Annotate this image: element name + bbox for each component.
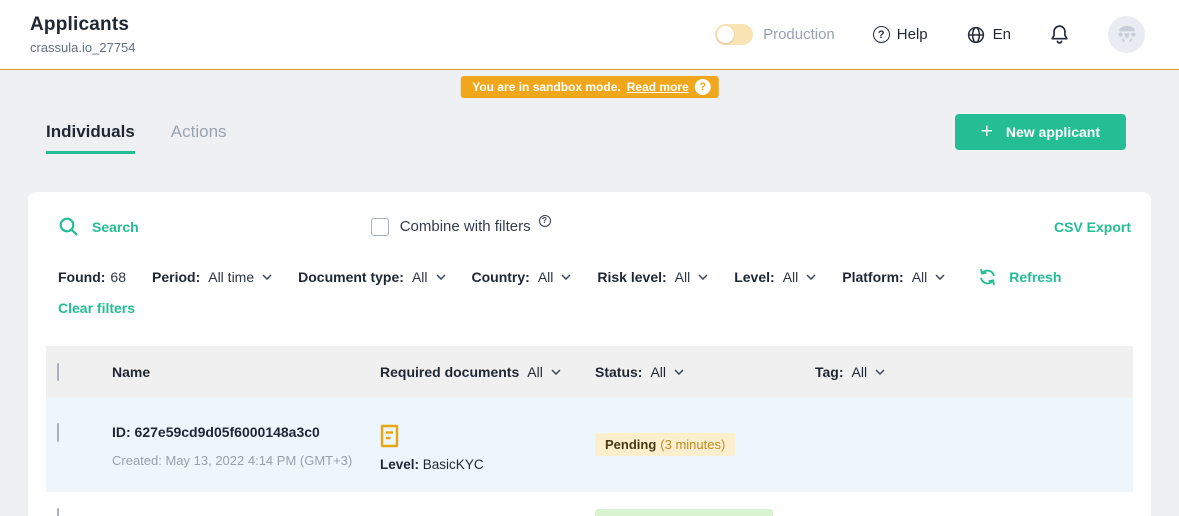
applicants-page: Applicants crassula.io_27754 Production …: [0, 0, 1179, 516]
found-value: 68: [110, 269, 126, 285]
chevron-down-icon: [262, 274, 272, 280]
production-toggle[interactable]: [715, 24, 753, 45]
applicants-table: Name Required documents All Status: All: [46, 346, 1133, 516]
combine-label: Combine with filters: [400, 218, 531, 235]
select-all-cell: [46, 364, 112, 380]
search-button[interactable]: Search: [58, 216, 139, 237]
sandbox-banner: You are in sandbox mode. Read more ?: [460, 76, 719, 98]
header-left: Applicants crassula.io_27754: [30, 14, 136, 55]
filter-document-type[interactable]: Document type: All: [298, 269, 445, 285]
filter-period[interactable]: Period: All time: [152, 269, 272, 285]
avatar[interactable]: [1108, 16, 1145, 53]
page-subtitle: crassula.io_27754: [30, 40, 136, 55]
filter-platform[interactable]: Platform: All: [842, 269, 945, 285]
status-badge: Pending (3 minutes): [595, 433, 735, 456]
new-applicant-label: New applicant: [1006, 124, 1100, 140]
combine-checkbox[interactable]: [371, 218, 389, 236]
avatar-icon: [1116, 26, 1138, 43]
chevron-down-icon: [561, 274, 571, 280]
table-row[interactable]: [46, 492, 1133, 516]
chevron-down-icon: [436, 274, 446, 280]
chevron-down-icon: [935, 274, 945, 280]
tag-filter[interactable]: Tag: All: [815, 364, 1133, 380]
applicant-id: ID: 627e59cd9d05f6000148a3c0: [112, 424, 380, 440]
found-count: Found: 68: [58, 269, 126, 285]
chevron-down-icon: [875, 369, 885, 375]
tabs-row: Individuals Actions + New applicant: [28, 114, 1151, 154]
filter-country[interactable]: Country: All: [472, 269, 572, 285]
search-icon: [58, 216, 79, 237]
clear-filters-button[interactable]: Clear filters: [46, 300, 135, 316]
tab-individuals[interactable]: Individuals: [46, 122, 135, 154]
row-checkbox[interactable]: [57, 508, 59, 516]
row-checkbox[interactable]: [57, 423, 59, 442]
filter-level[interactable]: Level: All: [734, 269, 816, 285]
combine-with-filters[interactable]: Combine with filters ?: [371, 218, 551, 236]
header-right: Production ? Help En: [715, 16, 1145, 53]
globe-icon: [966, 25, 986, 45]
help-icon: ?: [873, 26, 890, 43]
new-applicant-button[interactable]: + New applicant: [955, 114, 1126, 150]
filters-row: Found: 68 Period: All time Document type:…: [46, 267, 1133, 287]
csv-export-button[interactable]: CSV Export: [1054, 219, 1131, 235]
column-tag: Tag: All: [815, 364, 1133, 380]
required-documents-filter[interactable]: Required documents All: [380, 364, 595, 380]
toggle-knob: [717, 26, 734, 43]
plus-icon: +: [981, 121, 993, 142]
search-row: Search Combine with filters ? CSV Export: [46, 216, 1133, 237]
table-header: Name Required documents All Status: All: [46, 346, 1133, 398]
document-icon: [380, 424, 595, 448]
sandbox-banner-text: You are in sandbox mode.: [472, 80, 620, 94]
banner-help-icon[interactable]: ?: [695, 79, 711, 95]
column-name: Name: [112, 364, 380, 380]
production-toggle-group: Production: [715, 24, 835, 45]
page-title: Applicants: [30, 14, 136, 36]
language-label: En: [993, 26, 1011, 43]
tab-actions[interactable]: Actions: [171, 122, 227, 154]
refresh-label: Refresh: [1009, 269, 1061, 285]
app-header: Applicants crassula.io_27754 Production …: [0, 0, 1179, 70]
language-button[interactable]: En: [966, 25, 1011, 45]
help-label: Help: [897, 26, 928, 43]
search-label: Search: [92, 219, 139, 235]
chevron-down-icon: [698, 274, 708, 280]
applicants-card: Search Combine with filters ? CSV Export…: [28, 192, 1151, 516]
chevron-down-icon: [551, 369, 561, 375]
table-row[interactable]: ID: 627e59cd9d05f6000148a3c0 Created: Ma…: [46, 398, 1133, 492]
page-body: Individuals Actions + New applicant: [0, 114, 1179, 516]
chevron-down-icon: [674, 369, 684, 375]
column-required-documents: Required documents All: [380, 364, 595, 380]
chevron-down-icon: [806, 274, 816, 280]
production-label: Production: [763, 26, 835, 43]
notifications-bell-icon[interactable]: [1049, 23, 1070, 46]
combine-help-icon: ?: [539, 215, 551, 227]
applicant-level: Level: BasicKYC: [380, 457, 595, 472]
status-filter[interactable]: Status: All: [595, 364, 815, 380]
help-button[interactable]: ? Help: [873, 26, 928, 43]
filter-risk-level[interactable]: Risk level: All: [597, 269, 708, 285]
refresh-icon: [977, 267, 998, 287]
status-badge: [595, 509, 773, 516]
column-status: Status: All: [595, 364, 815, 380]
tabs: Individuals Actions: [46, 122, 227, 154]
applicant-created: Created: May 13, 2022 4:14 PM (GMT+3): [112, 453, 380, 468]
select-all-checkbox[interactable]: [57, 363, 59, 381]
refresh-button[interactable]: Refresh: [977, 267, 1061, 287]
read-more-link[interactable]: Read more: [627, 80, 689, 94]
found-label: Found:: [58, 269, 105, 285]
